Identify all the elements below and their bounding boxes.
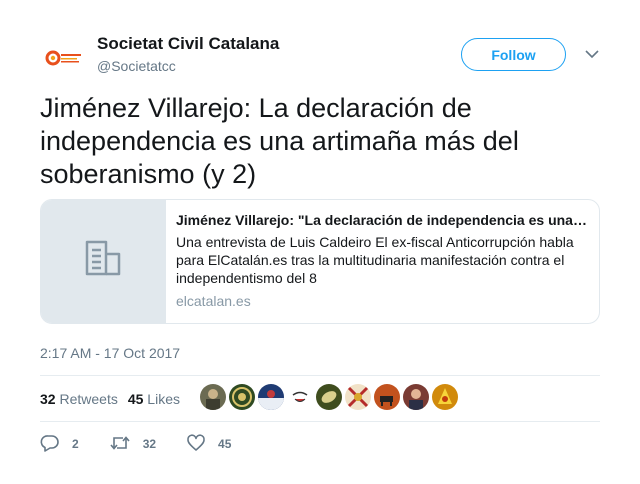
liker-avatar[interactable]	[258, 384, 284, 410]
follow-button[interactable]: Follow	[461, 38, 566, 71]
card-body: Jiménez Villarejo: "La declaración de in…	[166, 200, 599, 323]
account-avatar[interactable]	[40, 36, 88, 84]
liker-avatar[interactable]	[200, 384, 226, 410]
like-button[interactable]: 45	[186, 433, 231, 456]
tweet-timestamp[interactable]: 2:17 AM - 17 Oct 2017	[40, 345, 180, 361]
card-domain: elcatalan.es	[176, 293, 251, 309]
reply-button[interactable]: 2	[40, 433, 79, 456]
retweet-icon	[109, 433, 143, 456]
link-card[interactable]: Jiménez Villarejo: "La declaración de in…	[40, 199, 600, 324]
tweet-stats: 32 Retweets 45 Likes	[40, 384, 190, 414]
like-count: 45	[218, 437, 232, 451]
liker-avatar[interactable]	[316, 384, 342, 410]
chevron-down-icon[interactable]	[584, 46, 600, 62]
liker-avatar[interactable]	[345, 384, 371, 410]
card-title[interactable]: Jiménez Villarejo: "La declaración de in…	[176, 211, 589, 230]
liker-avatars	[200, 384, 461, 412]
retweet-count: 32	[142, 437, 157, 451]
reply-count: 2	[72, 437, 79, 451]
card-description: Una entrevista de Luis Caldeiro El ex-fi…	[176, 234, 574, 286]
card-thumbnail	[41, 200, 166, 323]
liker-avatar[interactable]	[432, 384, 458, 410]
liker-avatar[interactable]	[374, 384, 400, 410]
likes-label: Likes	[147, 391, 180, 407]
tweet-actions: 2 32 45	[40, 433, 261, 456]
document-icon	[84, 240, 122, 283]
retweets-count: 32	[40, 391, 56, 407]
account-name[interactable]: Societat Civil Catalana	[97, 34, 279, 54]
retweets-stat[interactable]: 32 Retweets	[40, 391, 118, 407]
liker-avatar[interactable]	[287, 384, 313, 410]
retweets-label: Retweets	[59, 391, 118, 407]
liker-avatar[interactable]	[229, 384, 255, 410]
likes-stat[interactable]: 45 Likes	[128, 391, 180, 407]
account-handle[interactable]: @Societatcc	[97, 58, 176, 74]
reply-icon	[40, 433, 72, 456]
retweet-button[interactable]: 32	[109, 433, 156, 456]
divider	[40, 421, 600, 422]
tweet-text: Jiménez Villarejo: La declaración de ind…	[40, 93, 519, 189]
divider	[40, 375, 600, 376]
tweet-header: Societat Civil Catalana @Societatcc Foll…	[40, 34, 600, 84]
liker-avatar[interactable]	[403, 384, 429, 410]
likes-count: 45	[127, 391, 144, 407]
heart-icon	[186, 433, 218, 456]
